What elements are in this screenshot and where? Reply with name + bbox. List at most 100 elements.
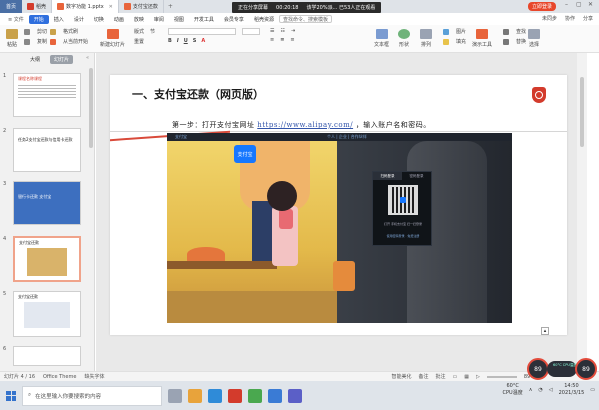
font-color-icon[interactable]: A <box>201 38 205 44</box>
collab-button[interactable]: 协作 <box>565 15 575 22</box>
fill-button[interactable]: 填充 <box>443 38 466 45</box>
slide-thumbnail[interactable]: 支付宝还款 <box>13 291 81 337</box>
close-window-icon[interactable]: ✕ <box>588 1 593 8</box>
bold-icon[interactable]: B <box>168 38 172 44</box>
find-button[interactable]: 查找 <box>503 28 526 35</box>
italic-icon[interactable]: I <box>177 38 179 44</box>
menu-design[interactable]: 设计 <box>69 16 89 23</box>
maximize-icon[interactable]: ▢ <box>576 1 582 8</box>
slide-thumbnail-selected[interactable]: 支付宝还款 <box>13 236 81 282</box>
menu-start[interactable]: 开始 <box>28 14 49 24</box>
reset-button[interactable]: 重置 <box>134 38 144 45</box>
section-button[interactable]: 节 <box>150 28 155 35</box>
slide-thumbnail[interactable] <box>13 346 81 366</box>
slide-canvas[interactable]: 一、支付宝还款（网页版） 第一步：打开支付宝网址 https://www.ali… <box>110 75 567 335</box>
menu-file-icon[interactable]: ≡ 文件 <box>3 16 29 23</box>
sync-status[interactable]: 未同步 <box>542 15 557 22</box>
login-button[interactable]: 立即登录 <box>528 2 557 11</box>
comments-button[interactable]: 批注 <box>436 373 446 380</box>
tab-home[interactable]: 首页 <box>0 0 23 13</box>
new-tab-button[interactable]: + <box>164 3 177 10</box>
cut-button[interactable]: 剪切 <box>24 28 47 35</box>
volume-icon[interactable]: ◁ <box>549 387 553 393</box>
notification-icon[interactable]: ▭ <box>590 387 595 393</box>
network-icon[interactable]: ◔ <box>538 387 542 393</box>
text-box-button[interactable]: 文本框 <box>374 29 389 48</box>
picture-button[interactable]: 图片 <box>443 28 466 35</box>
notes-toggle-icon[interactable]: ▴ <box>541 327 549 335</box>
arrange-button[interactable]: 排列 <box>420 29 432 48</box>
menu-review[interactable]: 审阅 <box>149 16 169 23</box>
menu-animation[interactable]: 动画 <box>109 16 129 23</box>
strikethrough-icon[interactable]: S <box>193 38 197 44</box>
alipay-link[interactable]: https://www.alipay.com/ <box>257 121 353 129</box>
align-center-icon[interactable]: ≣ <box>280 37 284 43</box>
underline-icon[interactable]: U <box>184 38 188 44</box>
slide-heading[interactable]: 一、支付宝还款（网页版） <box>132 86 264 102</box>
notes-button[interactable]: 备注 <box>419 373 429 380</box>
reading-view-icon[interactable]: ▷ <box>476 374 480 380</box>
menu-daoke[interactable]: 稻壳资源 <box>249 16 279 23</box>
file-explorer-icon[interactable] <box>188 388 202 403</box>
zoom-slider[interactable] <box>486 375 517 378</box>
menu-developer[interactable]: 开发工具 <box>189 16 219 23</box>
tab-slides[interactable]: 幻灯片 <box>50 54 74 64</box>
new-slide-button[interactable]: 新建幻灯片 <box>100 29 125 48</box>
minimize-icon[interactable]: – <box>565 1 568 8</box>
step-text[interactable]: 第一步：打开支付宝网址 https://www.alipay.com/ ，输入账… <box>172 120 431 130</box>
tab-pptx[interactable]: 数字功能 1.pptx ✕ <box>52 0 119 13</box>
align-right-icon[interactable]: ≡ <box>290 37 294 43</box>
missing-fonts[interactable]: 缺失字体 <box>84 373 104 380</box>
present-tools-button[interactable]: 演示工具 <box>472 29 492 48</box>
chrome-icon[interactable] <box>248 388 262 403</box>
alipay-screenshot-image[interactable]: 支付宝 个人 | 企业 | 合作伙伴 扫码登录 密码登录 打开 手机支付宝 扫一… <box>167 133 512 323</box>
tab-alipay[interactable]: 支付宝还款 <box>119 0 164 13</box>
task-view-icon[interactable] <box>168 388 182 403</box>
start-button[interactable] <box>0 381 22 410</box>
meeting-icon[interactable] <box>268 388 282 403</box>
select-button[interactable]: 选择 <box>528 29 540 48</box>
replace-button[interactable]: 替换 <box>503 38 526 45</box>
clock[interactable]: 14:50 2021/3/15 <box>559 383 585 397</box>
sorter-view-icon[interactable]: ▦ <box>464 374 469 380</box>
align-left-icon[interactable]: ≡ <box>270 37 274 43</box>
indent-icon[interactable]: ⇥ <box>291 28 295 34</box>
slide-thumbnail[interactable]: 任务2支付宝还款与信用卡还款 <box>13 128 81 172</box>
share-button[interactable]: 分享 <box>583 15 593 22</box>
shape-button[interactable]: 形状 <box>398 29 410 48</box>
editor-scrollbar[interactable] <box>577 53 587 371</box>
edge-icon[interactable] <box>208 388 222 403</box>
layout-button[interactable]: 版式 <box>134 28 144 35</box>
normal-view-icon[interactable]: ▭ <box>453 374 458 380</box>
performance-widget[interactable]: 89 60°C CPU温度 89 <box>527 358 599 380</box>
tab-outline[interactable]: 大纲 <box>30 56 40 63</box>
taskbar-search[interactable]: ⌕ 在这里输入你要搜索的内容 <box>22 385 162 406</box>
bullet-list-icon[interactable]: ☰ <box>270 28 274 34</box>
menu-transition[interactable]: 切换 <box>89 16 109 23</box>
menu-member[interactable]: 会员专享 <box>219 16 249 23</box>
smart-beautify-button[interactable]: 智能美化 <box>392 373 412 380</box>
close-icon[interactable]: ✕ <box>109 4 113 10</box>
tab-daoke[interactable]: 稻壳 <box>22 0 53 13</box>
wps-icon[interactable] <box>228 388 242 403</box>
cpu-temp[interactable]: 60°C CPU温度 <box>503 383 523 397</box>
font-family-select[interactable] <box>168 28 236 35</box>
copy-button[interactable]: 复制 <box>24 38 47 45</box>
app-icon[interactable] <box>288 388 302 403</box>
command-search[interactable]: 查找命令、搜索模板 <box>278 15 332 23</box>
font-size-select[interactable] <box>242 28 260 35</box>
editor-scroll-thumb[interactable] <box>580 77 584 147</box>
collapse-panel-icon[interactable]: « <box>86 55 89 61</box>
illustration-floor <box>167 291 337 323</box>
menu-view[interactable]: 视图 <box>169 16 189 23</box>
menu-slideshow[interactable]: 放映 <box>129 16 149 23</box>
thumbnail-scrollbar[interactable] <box>89 68 93 148</box>
menu-insert[interactable]: 插入 <box>49 16 69 23</box>
paste-button[interactable]: 粘贴 <box>6 29 18 48</box>
from-current-button[interactable]: 从当前开始 <box>50 38 88 45</box>
slide-thumbnail[interactable]: 银行卡还款 支付宝 <box>13 181 81 225</box>
number-list-icon[interactable]: ☷ <box>280 28 284 34</box>
format-painter-button[interactable]: 格式刷 <box>50 28 88 35</box>
slide-thumbnail[interactable]: 课程名称课程 <box>13 73 81 117</box>
tray-chevron-icon[interactable]: ∧ <box>529 387 533 393</box>
